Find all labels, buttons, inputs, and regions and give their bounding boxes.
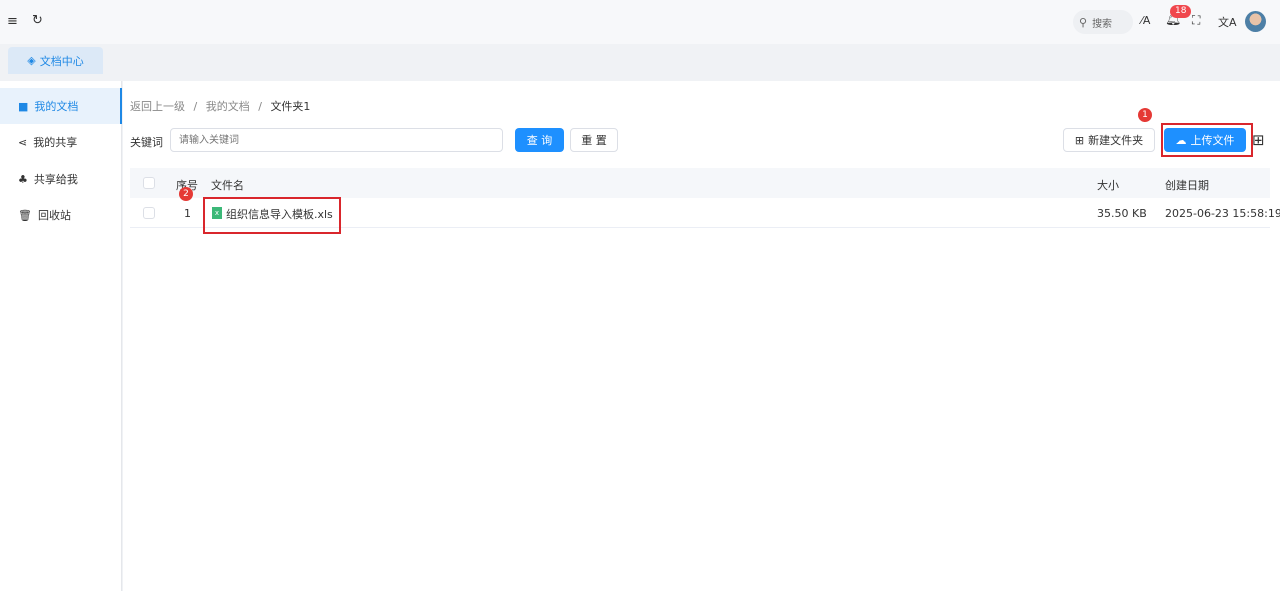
folder-plus-icon: ⊞ [1074,133,1085,147]
breadcrumb: 返回上一级 / 我的文档 / 文件夹1 [130,100,311,113]
search-icon: ⚲ [1079,15,1088,29]
breadcrumb-current: 文件夹1 [270,100,311,113]
trash-icon: 🗑︎ [18,208,32,222]
fullscreen-icon[interactable]: ⛶ [1192,13,1200,28]
search-button[interactable]: ⚲ 搜索 [1073,10,1133,34]
notification-badge: 18 [1170,5,1192,18]
breadcrumb-my-documents[interactable]: 我的文档 [206,100,250,113]
ai-icon[interactable]: ⁄A [1141,14,1150,27]
tab-document-center[interactable]: ◈ 文档中心 [8,47,103,74]
column-created: 创建日期 [1165,179,1209,192]
annotation-badge-2: 2 [179,187,193,201]
top-bar: ≡ ↻ ⚲ 搜索 ⁄A 🔔︎ 18 ⛶ 文A [0,0,1280,44]
column-size: 大小 [1097,179,1119,192]
share-icon: ⋖ [18,135,28,149]
table-header: 序号 文件名 大小 创建日期 [130,168,1270,198]
sidebar-item-shared-with-me[interactable]: ♣ 共享给我 [0,161,122,197]
keyword-label: 关键词 [130,136,163,149]
sidebar-item-my-shares[interactable]: ⋖ 我的共享 [0,124,122,160]
folder-icon: ■ [18,99,29,113]
main-content [123,81,1280,591]
keyword-input[interactable] [170,128,503,152]
breadcrumb-back[interactable]: 返回上一级 [130,100,185,113]
layers-icon: ◈ [27,54,36,67]
tab-bar: ◈ 文档中心 [0,44,1280,81]
translate-icon[interactable]: 文A [1218,14,1237,30]
refresh-icon[interactable]: ↻ [32,13,43,28]
row-checkbox[interactable] [143,207,155,219]
users-icon: ♣ [18,172,28,186]
reset-button[interactable]: 重 置 [570,128,618,152]
new-folder-button[interactable]: ⊞ 新建文件夹 [1063,128,1155,152]
column-name: 文件名 [211,179,244,192]
highlight-box-file [203,197,341,234]
avatar[interactable] [1245,11,1266,32]
highlight-box-upload [1161,123,1253,157]
sidebar-item-recycle-bin[interactable]: 🗑︎ 回收站 [0,197,122,233]
grid-view-icon[interactable]: ⊞ [1252,131,1265,149]
menu-icon[interactable]: ≡ [7,14,18,29]
sidebar-item-my-documents[interactable]: ■ 我的文档 [0,88,122,124]
annotation-badge-1: 1 [1138,108,1152,122]
select-all-checkbox[interactable] [143,177,155,189]
sidebar: ■ 我的文档 ⋖ 我的共享 ♣ 共享给我 🗑︎ 回收站 [0,81,122,591]
query-button[interactable]: 查 询 [515,128,564,152]
